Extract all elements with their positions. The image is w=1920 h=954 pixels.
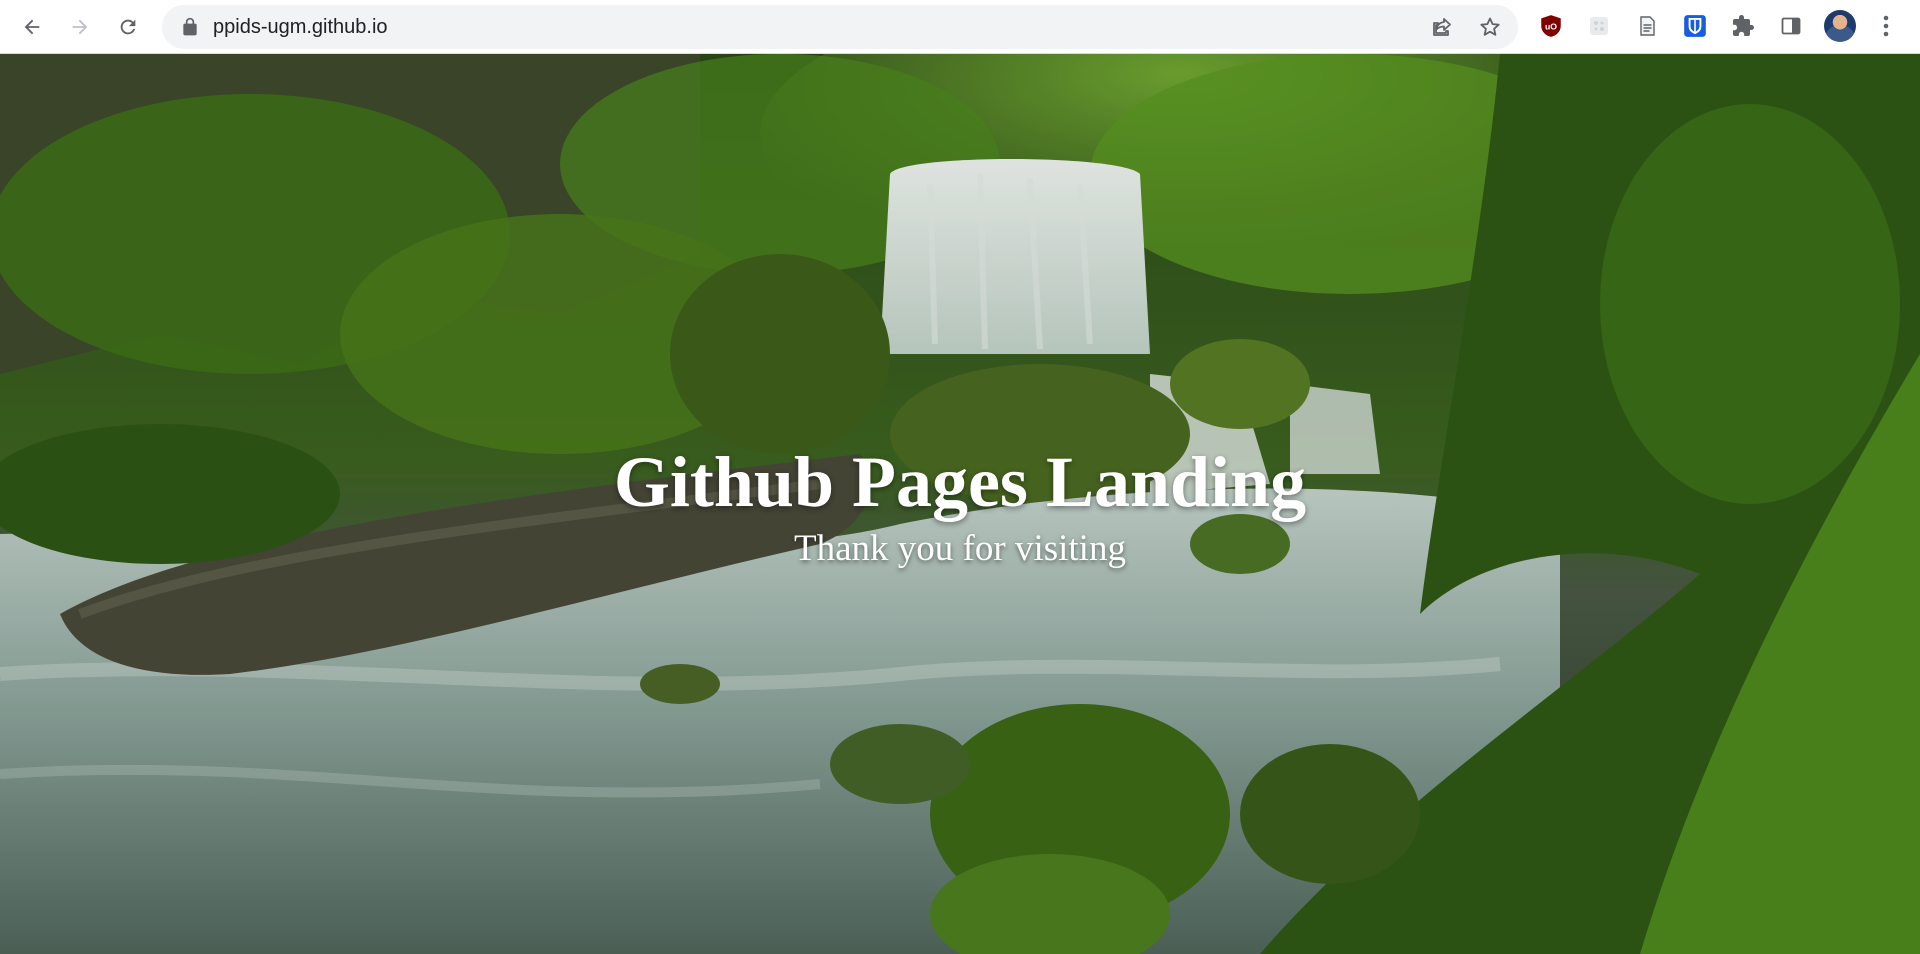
reload-button[interactable]	[110, 9, 146, 45]
back-button[interactable]	[14, 9, 50, 45]
svg-text:uO: uO	[1545, 21, 1557, 31]
star-icon[interactable]	[1478, 15, 1502, 39]
page-viewport: Github Pages Landing Thank you for visit…	[0, 54, 1920, 954]
more-vert-icon[interactable]	[1876, 12, 1896, 40]
bitwarden-icon[interactable]	[1681, 12, 1709, 40]
address-bar[interactable]: ppids-ugm.github.io	[162, 5, 1518, 49]
browser-toolbar: ppids-ugm.github.io uO	[0, 0, 1920, 54]
page-title: Github Pages Landing	[613, 442, 1307, 522]
ublock-origin-icon[interactable]: uO	[1537, 12, 1565, 40]
reload-icon	[120, 19, 136, 35]
extension-grey-icon[interactable]	[1585, 12, 1613, 40]
lock-icon[interactable]	[180, 17, 200, 37]
share-icon[interactable]	[1430, 15, 1454, 39]
side-panel-icon[interactable]	[1777, 12, 1805, 40]
forward-arrow-icon	[72, 19, 88, 35]
profile-avatar[interactable]	[1824, 10, 1856, 42]
page-subtitle: Thank you for visiting	[794, 528, 1126, 569]
forward-button[interactable]	[62, 9, 98, 45]
url-text[interactable]: ppids-ugm.github.io	[213, 16, 388, 39]
document-extension-icon[interactable]	[1633, 12, 1661, 40]
puzzle-extensions-icon[interactable]	[1729, 12, 1757, 40]
back-arrow-icon	[24, 19, 40, 35]
